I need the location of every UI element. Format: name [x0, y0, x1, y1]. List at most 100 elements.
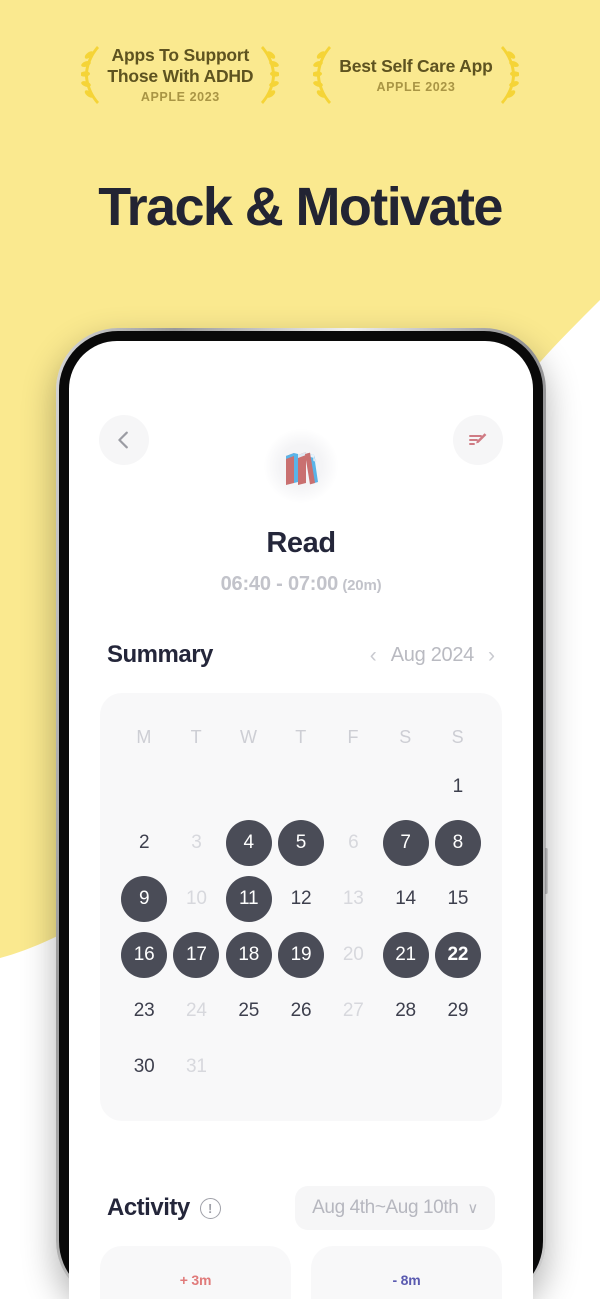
prev-month-button[interactable]: ‹ [370, 645, 377, 666]
calendar-cell[interactable]: 15 [432, 871, 484, 927]
calendar-day-3[interactable]: 3 [173, 820, 219, 866]
calendar-weekday: W [239, 727, 258, 747]
calendar-day-1[interactable]: 1 [435, 764, 481, 810]
summary-calendar: MTWTFSS 1 2 3 4 5 6 7 8 9 10 11 12 13 14 15 16 17 18 19 20 2… [100, 693, 502, 1121]
laurel-left-icon [313, 46, 332, 104]
calendar-weekday: F [347, 727, 360, 747]
calendar-day-28[interactable]: 28 [383, 988, 429, 1034]
award-subtitle: APPLE 2023 [376, 79, 456, 94]
habit-duration: (20m) [342, 577, 382, 594]
calendar-cell-empty [327, 759, 379, 815]
month-label: Aug 2024 [390, 643, 475, 666]
habit-schedule: 06:40 - 07:00 (20m) [69, 573, 533, 596]
calendar-day-12[interactable]: 12 [278, 876, 324, 922]
month-navigator: ‹ Aug 2024 › [370, 644, 495, 667]
calendar-cell[interactable]: 3 [170, 815, 222, 871]
summary-title: Summary [107, 641, 213, 668]
calendar-cell[interactable]: 1 [432, 759, 484, 815]
calendar-day-14[interactable]: 14 [383, 876, 429, 922]
calendar-day-21[interactable]: 21 [382, 932, 429, 978]
calendar-cell[interactable]: 6 [327, 815, 379, 871]
calendar-cell[interactable]: 12 [275, 871, 327, 927]
calendar-cell[interactable]: 27 [327, 983, 379, 1039]
calendar-cell[interactable]: 14 [379, 871, 431, 927]
calendar-cell[interactable]: 26 [275, 983, 327, 1039]
calendar-day-27[interactable]: 27 [330, 988, 376, 1034]
calendar-day-22[interactable]: 22 [434, 932, 481, 978]
calendar-cell[interactable]: 31 [170, 1039, 222, 1095]
calendar-day-29[interactable]: 29 [435, 988, 481, 1034]
award-title-line1: Apps To Support [111, 45, 250, 66]
calendar-day-15[interactable]: 15 [435, 876, 481, 922]
calendar-day-20[interactable]: 20 [330, 932, 376, 978]
award-badge: Best Self Care App APPLE 2023 [313, 44, 519, 106]
calendar-day-11[interactable]: 11 [225, 876, 272, 922]
habit-title: Read [266, 527, 336, 559]
calendar-cell-empty [379, 759, 431, 815]
calendar-day-26[interactable]: 26 [278, 988, 324, 1034]
calendar-cell[interactable]: 16 [118, 927, 170, 983]
calendar-cell[interactable]: 25 [223, 983, 275, 1039]
page-headline: Track & Motivate [98, 177, 503, 237]
calendar-day-6[interactable]: 6 [330, 820, 376, 866]
award-badge: Apps To Support Those With ADHD APPLE 20… [81, 44, 280, 106]
calendar-cell[interactable]: 13 [327, 871, 379, 927]
phone-mockup: Read 06:40 - 07:00 (20m) Summary ‹ Aug 2… [56, 328, 548, 1299]
calendar-day-25[interactable]: 25 [226, 988, 272, 1034]
next-month-button[interactable]: › [488, 645, 495, 666]
calendar-day-10[interactable]: 10 [173, 876, 219, 922]
calendar-cell-empty [223, 759, 275, 815]
laurel-right-icon [261, 46, 280, 104]
calendar-cell[interactable]: 10 [170, 871, 222, 927]
calendar-day-23[interactable]: 23 [121, 988, 167, 1034]
calendar-day-4[interactable]: 4 [225, 820, 272, 866]
activity-title-wrap: Activity ! [107, 1194, 221, 1222]
calendar-cell[interactable]: 24 [170, 983, 222, 1039]
calendar-day-5[interactable]: 5 [277, 820, 324, 866]
calendar-cell[interactable]: 5 [275, 815, 327, 871]
activity-title: Activity [107, 1194, 190, 1221]
calendar-cell[interactable]: 19 [275, 927, 327, 983]
calendar-cell[interactable]: 2 [118, 815, 170, 871]
calendar-weekday: T [295, 727, 307, 747]
calendar-day-9[interactable]: 9 [121, 876, 168, 922]
phone-screen: Read 06:40 - 07:00 (20m) Summary ‹ Aug 2… [69, 341, 533, 1299]
calendar-cell[interactable]: 29 [432, 983, 484, 1039]
calendar-cell[interactable]: 18 [223, 927, 275, 983]
calendar-cell[interactable]: 11 [223, 871, 275, 927]
calendar-day-19[interactable]: 19 [277, 932, 324, 978]
calendar-day-2[interactable]: 2 [121, 820, 167, 866]
laurel-left-icon [81, 46, 100, 104]
calendar-cell[interactable]: 30 [118, 1039, 170, 1095]
calendar-day-8[interactable]: 8 [434, 820, 481, 866]
calendar-cell[interactable]: 22 [432, 927, 484, 983]
activity-stat-cards: + 3m05:43AM - 8m1h 2m [100, 1246, 502, 1299]
calendar-cell[interactable]: 8 [432, 815, 484, 871]
calendar-weekday-row: MTWTFSS [118, 715, 484, 759]
calendar-cell[interactable]: 28 [379, 983, 431, 1039]
calendar-day-16[interactable]: 16 [121, 932, 168, 978]
calendar-day-24[interactable]: 24 [173, 988, 219, 1034]
calendar-day-17[interactable]: 17 [173, 932, 220, 978]
calendar-day-31[interactable]: 31 [173, 1044, 219, 1090]
date-range-dropdown[interactable]: Aug 4th~Aug 10th ∨ [295, 1186, 495, 1230]
calendar-cell[interactable]: 20 [327, 927, 379, 983]
calendar-cell[interactable]: 21 [379, 927, 431, 983]
calendar-cell[interactable]: 7 [379, 815, 431, 871]
calendar-weekday: T [190, 727, 203, 747]
calendar-day-7[interactable]: 7 [382, 820, 429, 866]
calendar-weekday: S [399, 727, 412, 747]
calendar-cell[interactable]: 17 [170, 927, 222, 983]
calendar-day-30[interactable]: 30 [121, 1044, 167, 1090]
info-icon[interactable]: ! [199, 1197, 221, 1219]
phone-side-button[interactable] [545, 848, 548, 894]
stat-delta: - 8m [392, 1272, 421, 1288]
habit-icon-halo [264, 429, 338, 503]
laurel-right-icon [500, 46, 519, 104]
calendar-cell[interactable]: 9 [118, 871, 170, 927]
calendar-cell[interactable]: 23 [118, 983, 170, 1039]
stat-delta: + 3m [179, 1272, 212, 1288]
calendar-day-13[interactable]: 13 [330, 876, 376, 922]
calendar-cell[interactable]: 4 [223, 815, 275, 871]
calendar-day-18[interactable]: 18 [225, 932, 272, 978]
